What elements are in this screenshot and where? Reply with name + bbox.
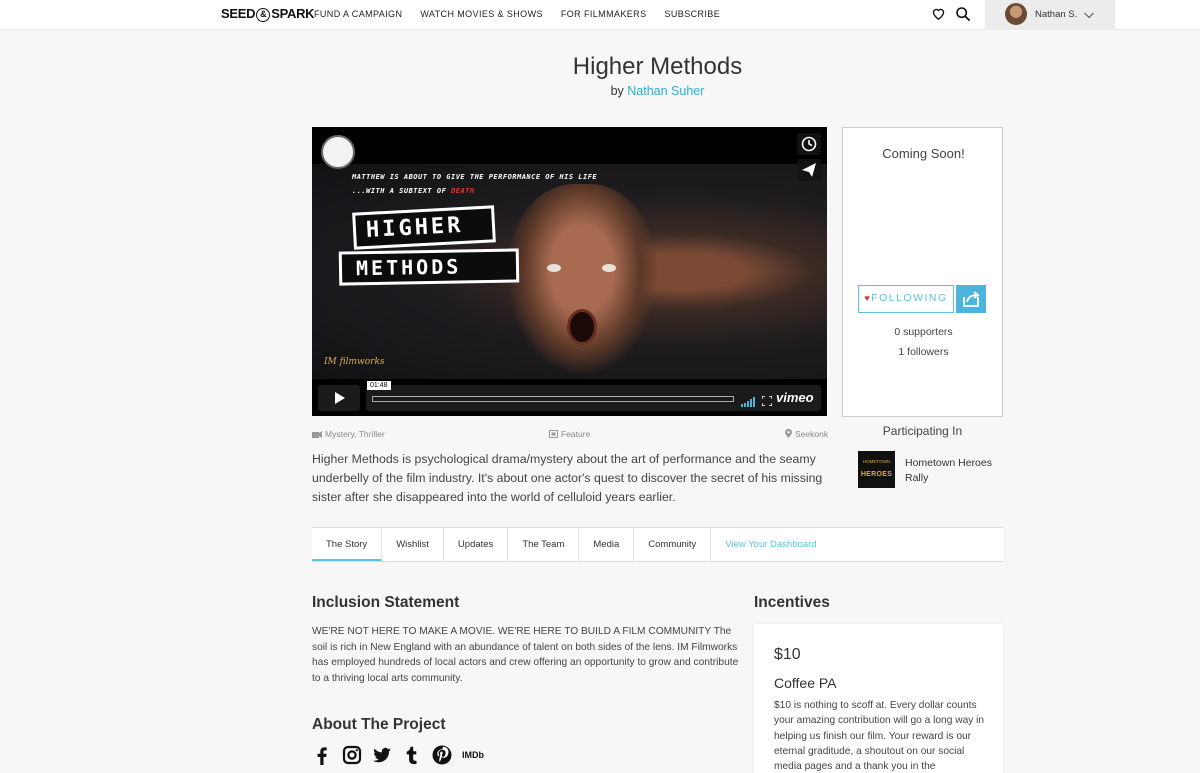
pinterest-icon[interactable] (432, 745, 452, 765)
film-icon (549, 430, 558, 438)
watch-later-icon[interactable] (797, 133, 821, 155)
tab-updates[interactable]: Updates (444, 528, 509, 561)
inclusion-body: WE'RE NOT HERE TO MAKE A MOVIE. WE'RE HE… (312, 626, 739, 684)
following-label: FOLLOWING (871, 292, 948, 304)
video-tagline-line-1: MATTHEW IS ABOUT TO GIVE THE PERFORMANCE… (352, 173, 598, 181)
vimeo-logo[interactable]: vimeo (776, 390, 814, 405)
project-tabs: The Story Wishlist Updates The Team Medi… (312, 527, 1003, 562)
logo-text-seed: SEED (221, 6, 256, 21)
twitter-icon[interactable] (372, 745, 392, 765)
volume-icon[interactable] (741, 394, 757, 407)
chevron-down-icon (1083, 8, 1095, 20)
tab-wishlist[interactable]: Wishlist (382, 528, 444, 561)
incentive-price: $10 (774, 646, 801, 663)
incentive-description: $10 is nothing to scoff at. Every dollar… (774, 700, 985, 773)
video-controls: vimeo 01:48 (318, 381, 821, 411)
video-still-mouth (567, 309, 597, 345)
map-pin-icon (785, 428, 792, 438)
supporters-count: 0 supporters (894, 326, 953, 338)
rally-logo[interactable]: HOMETOWN HEROES (858, 451, 895, 488)
tab-view-dashboard[interactable]: View Your Dashboard (711, 528, 830, 561)
tab-the-team[interactable]: The Team (508, 528, 580, 561)
incentive-name: Coffee PA (774, 675, 837, 691)
share-button[interactable] (956, 285, 986, 313)
video-brand-watermark: IM filmworks (324, 357, 385, 367)
byline-by: by (610, 84, 624, 98)
followers-count: 1 followers (898, 346, 949, 358)
instagram-icon[interactable] (342, 745, 362, 765)
nav-for-filmmakers[interactable]: FOR FILMMAKERS (561, 9, 647, 19)
camera-icon (312, 431, 322, 438)
page-title: Higher Methods (572, 53, 743, 80)
author-link[interactable]: Nathan Suher (627, 84, 704, 98)
meta-genre: Mystery, Thriller (312, 429, 385, 439)
video-tagline-death: DEATH (451, 187, 475, 195)
social-links: IMDb (312, 745, 484, 765)
nav-watch-movies[interactable]: WATCH MOVIES & SHOWS (420, 9, 543, 19)
search-icon[interactable] (955, 6, 971, 22)
logo-ampersand: & (256, 8, 271, 22)
tab-media[interactable]: Media (579, 528, 635, 561)
meta-genre-text: Mystery, Thriller (325, 429, 385, 439)
share-send-icon[interactable] (797, 159, 821, 181)
channel-logo[interactable] (321, 135, 355, 169)
about-heading: About The Project (312, 716, 446, 733)
share-icon (963, 291, 980, 307)
rally-name-link[interactable]: Hometown Heroes Rally (905, 456, 995, 486)
video-still-eye (547, 264, 561, 272)
avatar (1005, 3, 1027, 25)
tab-the-story[interactable]: The Story (312, 528, 383, 561)
progress-track[interactable] (372, 396, 734, 402)
tab-community[interactable]: Community (634, 528, 712, 561)
following-button[interactable]: ♥FOLLOWING (858, 285, 954, 313)
heart-icon[interactable] (931, 6, 947, 22)
progress-bar-container: vimeo (366, 385, 821, 411)
meta-location-text: Seekonk (795, 429, 829, 439)
campaign-status: Coming Soon! (882, 146, 965, 161)
meta-format: Feature (549, 429, 590, 439)
video-title-card: HIGHER METHODS (338, 205, 520, 286)
video-player[interactable]: MATTHEW IS ABOUT TO GIVE THE PERFORMANCE… (312, 127, 827, 416)
video-still-eye (602, 264, 616, 272)
user-name: Nathan S. (1035, 9, 1078, 20)
incentive-card[interactable]: $10 Coffee PA $10 is nothing to scoff at… (754, 624, 1003, 773)
seed-and-spark-logo[interactable]: SEED & SPARK (221, 6, 315, 22)
video-title-line-1: HIGHER (352, 205, 496, 250)
top-nav: SEED & SPARK FUND A CAMPAIGN WATCH MOVIES … (0, 0, 1200, 30)
nav-subscribe[interactable]: SUBSCRIBE (664, 9, 720, 19)
nav-links: FUND A CAMPAIGN WATCH MOVIES & SHOWS FOR… (314, 9, 720, 19)
rally-logo-subtext: HOMETOWN (862, 459, 891, 464)
rally-logo-text: HEROES (860, 471, 893, 478)
logo-text-spark: SPARK (271, 6, 315, 21)
participating-heading: Participating In (882, 424, 963, 438)
imdb-icon[interactable]: IMDb (462, 745, 484, 765)
meta-location: Seekonk (785, 428, 829, 439)
fullscreen-icon[interactable] (761, 393, 773, 407)
video-tagline-line-2: ...WITH A SUBTEXT OF DEATH (352, 184, 597, 198)
video-tagline: MATTHEW IS ABOUT TO GIVE THE PERFORMANCE… (352, 170, 597, 198)
video-tagline-text: ...WITH A SUBTEXT OF (352, 187, 447, 195)
user-menu[interactable]: Nathan S. (985, 0, 1115, 30)
tumblr-icon[interactable] (402, 745, 422, 765)
video-still-face (507, 184, 657, 374)
video-title-line-2: METHODS (338, 248, 520, 286)
meta-format-text: Feature (561, 429, 591, 439)
byline: by Nathan Suher (0, 84, 1200, 98)
campaign-status-card: Coming Soon! ♥FOLLOWING 0 supporters 1 f… (842, 127, 1003, 417)
facebook-icon[interactable] (312, 745, 332, 765)
incentives-heading: Incentives (754, 594, 830, 611)
inclusion-heading: Inclusion Statement (312, 594, 460, 611)
timecode: 01:48 (367, 381, 391, 390)
nav-fund-campaign[interactable]: FUND A CAMPAIGN (314, 9, 402, 19)
project-description: Higher Methods is psychological drama/my… (312, 452, 823, 504)
play-button[interactable] (318, 385, 360, 411)
